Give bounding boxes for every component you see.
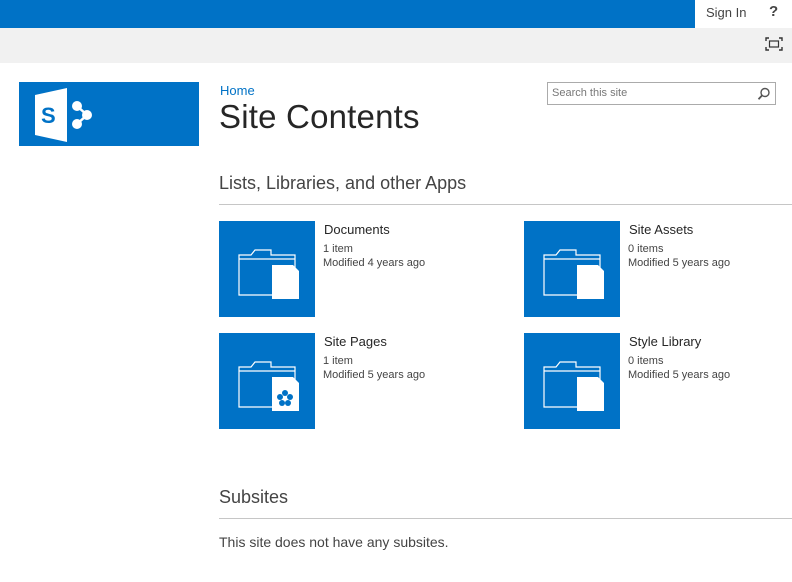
search-box	[547, 82, 776, 105]
app-modified: Modified 5 years ago	[628, 257, 731, 269]
site-logo[interactable]: S	[19, 82, 199, 146]
app-item-count: 0 items	[628, 355, 664, 367]
app-tile-site-pages: Site Pages 1 item Modified 5 years ago	[219, 333, 509, 429]
app-tile-style-library: Style Library 0 items Modified 5 years a…	[524, 333, 792, 429]
app-tile-site-assets: Site Assets 0 items Modified 5 years ago	[524, 221, 792, 317]
app-modified: Modified 5 years ago	[628, 369, 731, 381]
subsites-divider	[219, 518, 792, 519]
app-name[interactable]: Documents	[324, 222, 390, 237]
app-item-count: 1 item	[323, 243, 353, 255]
sharepoint-logo-icon: S	[35, 88, 92, 142]
app-tile-documents: Documents 1 item Modified 4 years ago	[219, 221, 509, 317]
wiki-page-library-icon	[238, 361, 299, 411]
focus-on-content-icon[interactable]	[765, 37, 783, 51]
app-name[interactable]: Style Library	[629, 334, 701, 349]
app-name[interactable]: Site Pages	[324, 334, 387, 349]
ribbon-bar	[0, 28, 792, 63]
lists-divider	[219, 204, 792, 205]
subsites-section-heading: Subsites	[219, 487, 289, 507]
app-item-count: 1 item	[323, 355, 353, 367]
app-modified: Modified 5 years ago	[323, 369, 426, 381]
app-icon-site-assets[interactable]	[524, 221, 620, 317]
help-icon[interactable]: ?	[769, 3, 778, 20]
document-library-icon	[543, 249, 604, 299]
app-item-count: 0 items	[628, 243, 664, 255]
breadcrumb-home[interactable]: Home	[220, 83, 255, 98]
sign-in-link[interactable]: Sign In	[706, 5, 746, 20]
lists-section-heading: Lists, Libraries, and other Apps	[219, 173, 467, 193]
page-title: Site Contents	[219, 98, 420, 135]
app-modified: Modified 4 years ago	[323, 257, 426, 269]
app-icon-site-pages[interactable]	[219, 333, 315, 429]
svg-text:S: S	[41, 103, 56, 128]
document-library-icon	[238, 249, 299, 299]
search-icon[interactable]	[757, 87, 771, 101]
app-icon-style-library[interactable]	[524, 333, 620, 429]
search-input[interactable]	[552, 85, 748, 101]
suite-bar	[0, 0, 792, 28]
document-library-icon	[543, 361, 604, 411]
no-subsites-message: This site does not have any subsites.	[219, 534, 449, 550]
app-icon-documents[interactable]	[219, 221, 315, 317]
app-name[interactable]: Site Assets	[629, 222, 693, 237]
